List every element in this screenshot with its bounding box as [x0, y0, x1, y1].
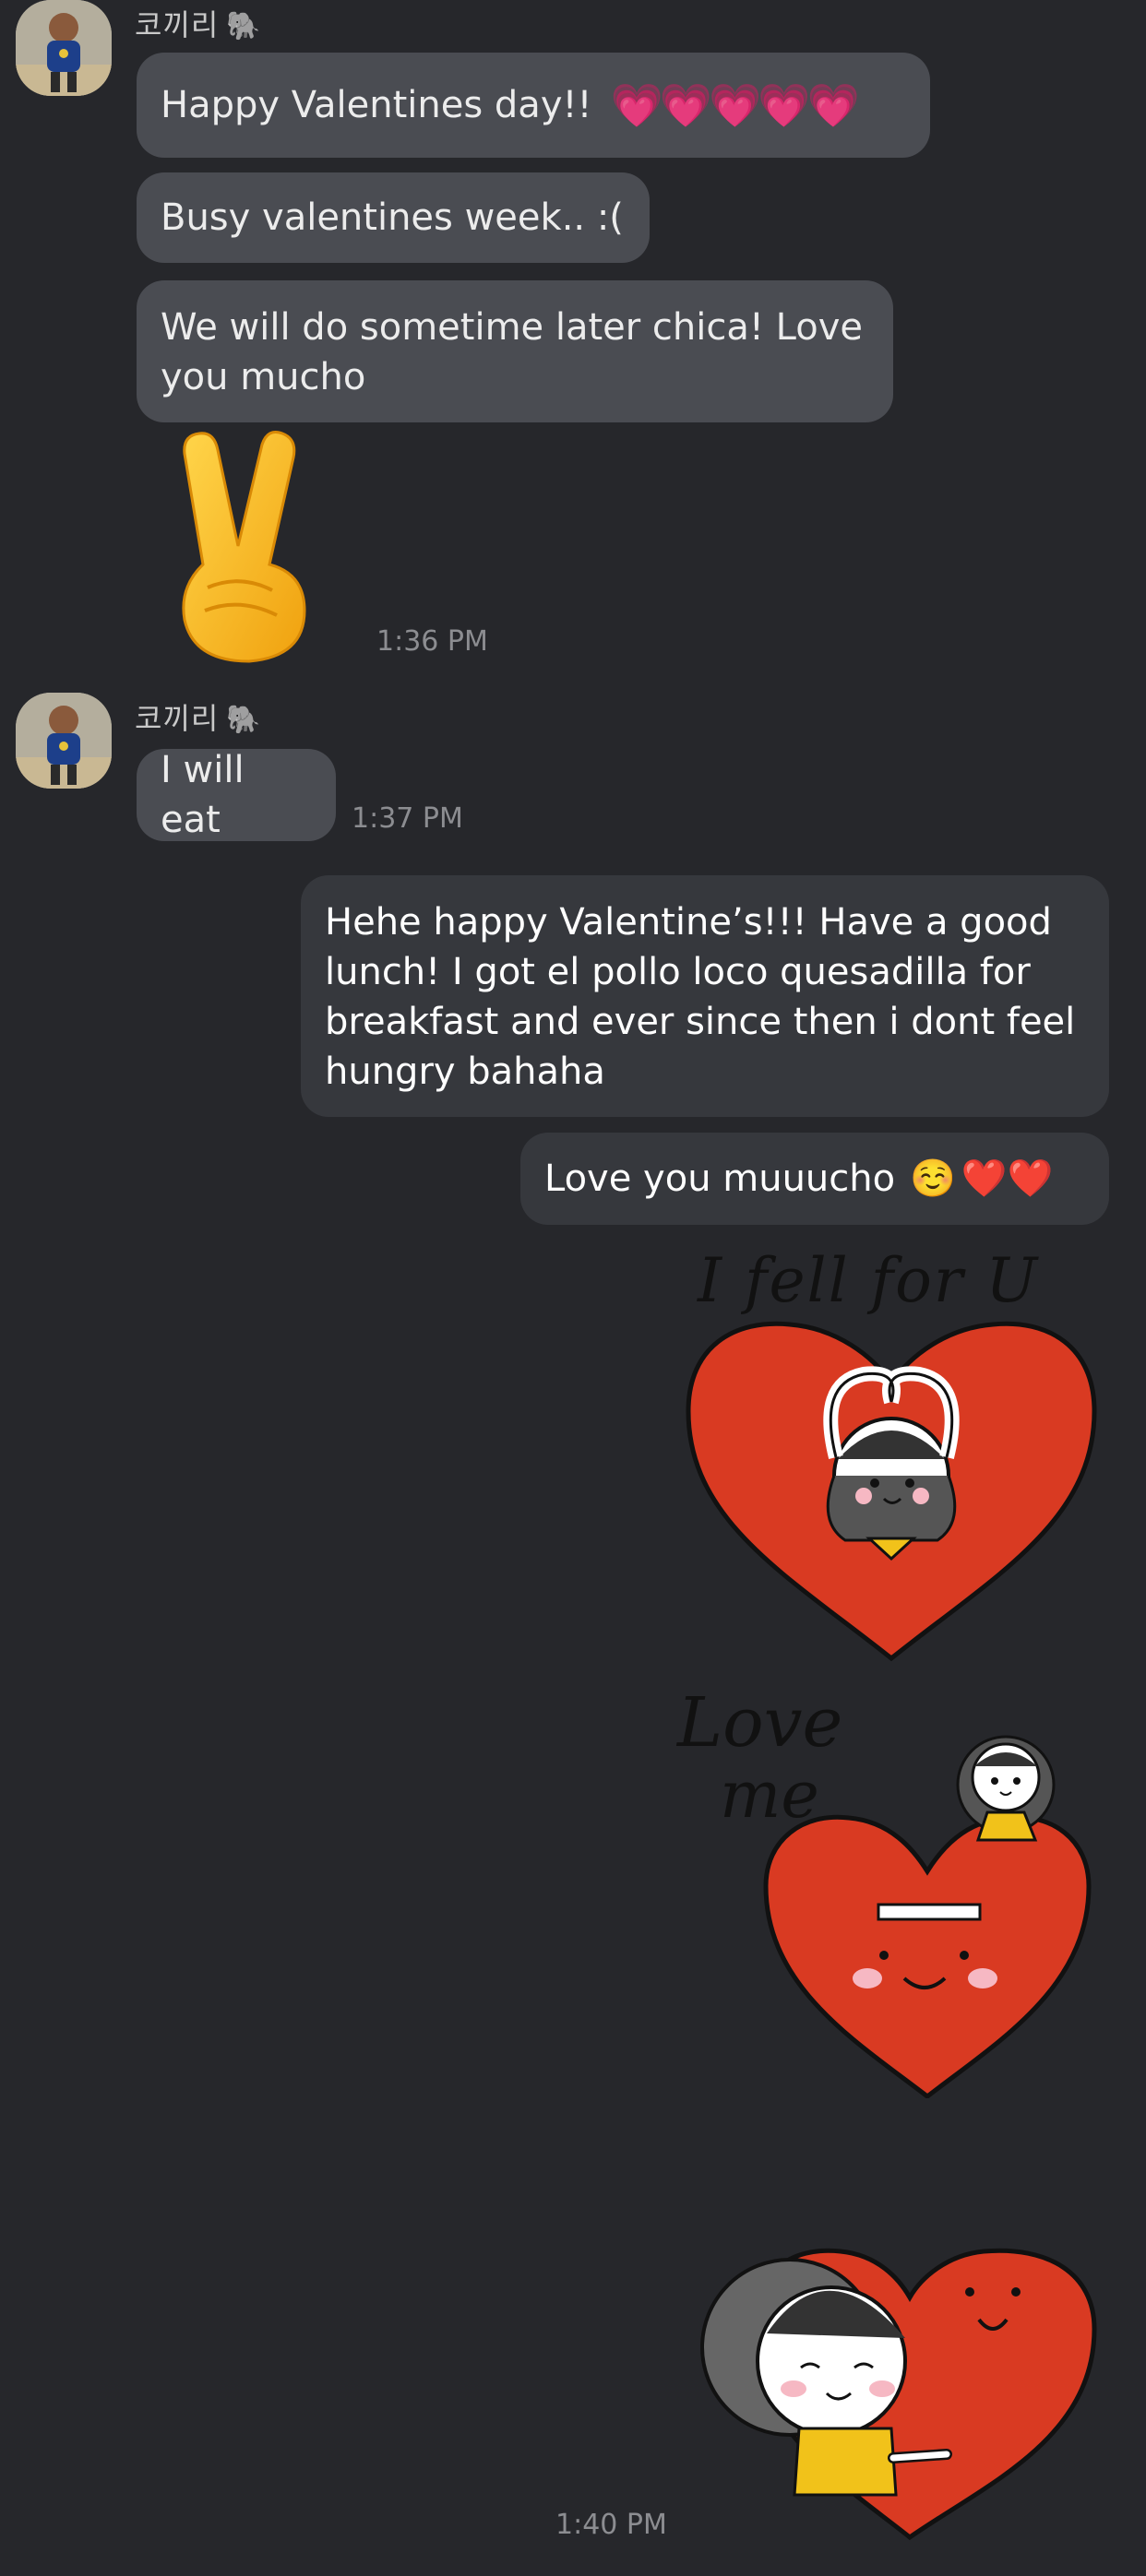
message-bubble-busy[interactable]: Busy valentines week.. :( [137, 172, 650, 263]
message-text-line: We will do sometime later chica! Love [161, 306, 863, 349]
elephant-icon: 🐘 [226, 10, 262, 42]
sticker-love-me[interactable]: Love me [674, 1674, 1107, 2100]
message-bubble-eat[interactable]: I will eat [137, 749, 336, 841]
message-text-line: Hehe happy Valentine’s!!! Have a good [325, 901, 1052, 944]
message-bubble-happy-valentines[interactable]: Happy Valentines day!! 💗💗💗💗💗 [137, 53, 930, 158]
smile-emoji: ☺️ [910, 1157, 956, 1200]
red-hearts-emoji: ❤️❤️ [961, 1157, 1054, 1200]
message-text-line: hungry bahaha [325, 1051, 605, 1093]
message-timestamp: 1:36 PM [376, 625, 488, 658]
message-text: Love you muuucho [544, 1157, 896, 1200]
sticker-caption: I fell for U [698, 1245, 1040, 1316]
avatar-photo [16, 0, 112, 96]
hearts-emoji: 💗💗💗💗💗 [610, 80, 860, 130]
avatar-photo [16, 693, 112, 789]
message-bubble-later[interactable]: We will do sometime later chica! Love yo… [137, 280, 893, 422]
message-bubble-hehe[interactable]: Hehe happy Valentine’s!!! Have a good lu… [301, 875, 1109, 1117]
message-timestamp: 1:40 PM [555, 2509, 667, 2541]
message-text-line: you mucho [161, 356, 366, 398]
peace-hand-icon [182, 431, 306, 663]
message-text-line: breakfast and ever since then i dont fee… [325, 1001, 1076, 1043]
contact-avatar[interactable] [16, 0, 112, 96]
peace-sign-emoji[interactable] [166, 426, 332, 666]
message-text-line: lunch! I got el pollo loco quesadilla fo… [325, 951, 1031, 993]
message-timestamp: 1:37 PM [352, 802, 463, 835]
message-text: I will eat [161, 749, 245, 841]
sender-name-text: 코끼리 [135, 701, 220, 736]
sticker-caption-line2: me [720, 1757, 819, 1833]
message-bubble-love-you[interactable]: Love you muuucho ☺️ ❤️❤️ [520, 1133, 1109, 1225]
sender-name-text: 코끼리 [135, 7, 220, 42]
sticker-caption-line1: Love [677, 1683, 843, 1763]
elephant-icon: 🐘 [226, 704, 262, 736]
sender-name: 코끼리 🐘 [135, 695, 262, 738]
message-text: Happy Valentines day!! [161, 84, 592, 126]
message-text: Busy valentines week.. :( [161, 196, 624, 239]
sticker-i-fell-for-u[interactable]: I fell for U [679, 1245, 1104, 1669]
contact-avatar[interactable] [16, 693, 112, 789]
sender-name: 코끼리 🐘 [135, 2, 262, 44]
sticker-hug-art [700, 2248, 1097, 2541]
sticker-hug-heart[interactable] [679, 2190, 1104, 2541]
